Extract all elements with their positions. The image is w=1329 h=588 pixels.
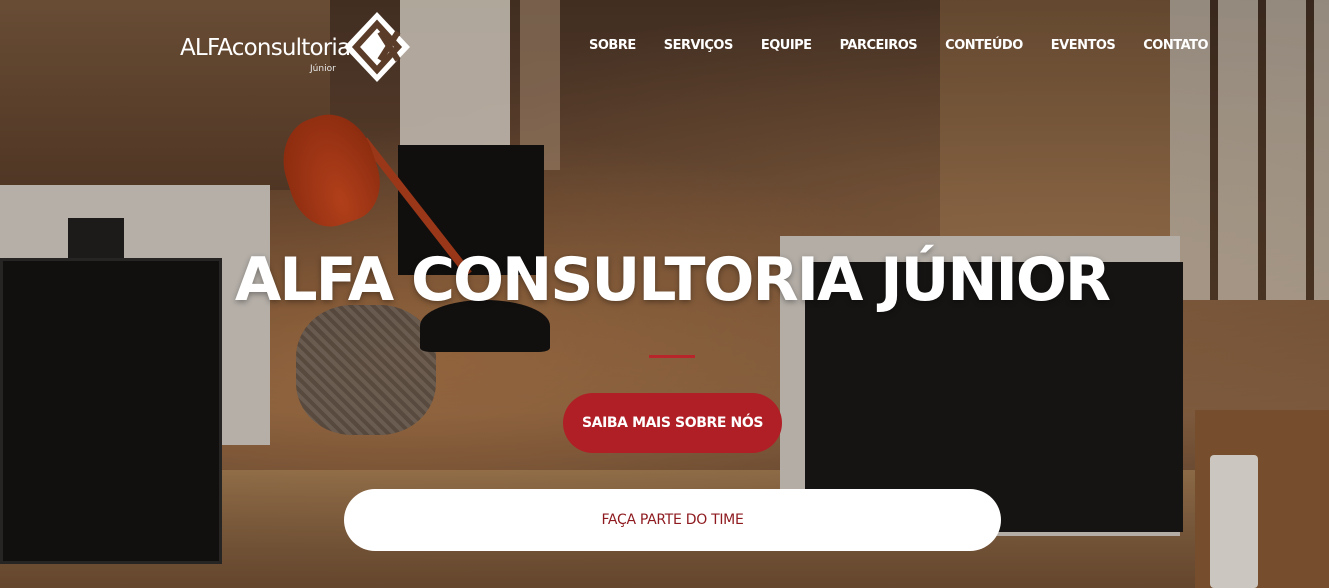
nav-item-servicos[interactable]: SERVIÇOS bbox=[664, 36, 734, 56]
logo-subtitle: Júnior bbox=[310, 64, 336, 74]
logo-brand-rest: consultoria bbox=[231, 35, 351, 61]
hero-section: ALFAconsultoria Júnior SOBRE SERVIÇOS EQ… bbox=[0, 0, 1329, 588]
alfa-diamond-logo-icon bbox=[344, 12, 410, 82]
logo-link[interactable]: ALFAconsultoria Júnior bbox=[180, 10, 412, 86]
logo-brand-bold: ALFA bbox=[180, 35, 233, 61]
nav-item-eventos[interactable]: EVENTOS bbox=[1051, 36, 1116, 56]
join-team-button[interactable]: FAÇA PARTE DO TIME bbox=[344, 489, 1001, 551]
nav-item-equipe[interactable]: EQUIPE bbox=[761, 36, 812, 56]
nav-item-conteudo[interactable]: CONTEÚDO bbox=[945, 36, 1023, 56]
nav-item-sobre[interactable]: SOBRE bbox=[589, 36, 636, 56]
learn-more-button[interactable]: SAIBA MAIS SOBRE NÓS bbox=[563, 393, 782, 453]
hero-title: ALFA CONSULTORIA JÚNIOR bbox=[234, 245, 1111, 315]
main-nav: SOBRE SERVIÇOS EQUIPE PARCEIROS CONTEÚDO… bbox=[589, 36, 1209, 56]
logo-wordmark: ALFAconsultoria bbox=[180, 35, 351, 61]
nav-item-parceiros[interactable]: PARCEIROS bbox=[840, 36, 918, 56]
site-header: ALFAconsultoria Júnior SOBRE SERVIÇOS EQ… bbox=[0, 0, 1329, 95]
nav-item-contato[interactable]: CONTATO bbox=[1143, 36, 1208, 56]
title-divider bbox=[649, 355, 695, 358]
